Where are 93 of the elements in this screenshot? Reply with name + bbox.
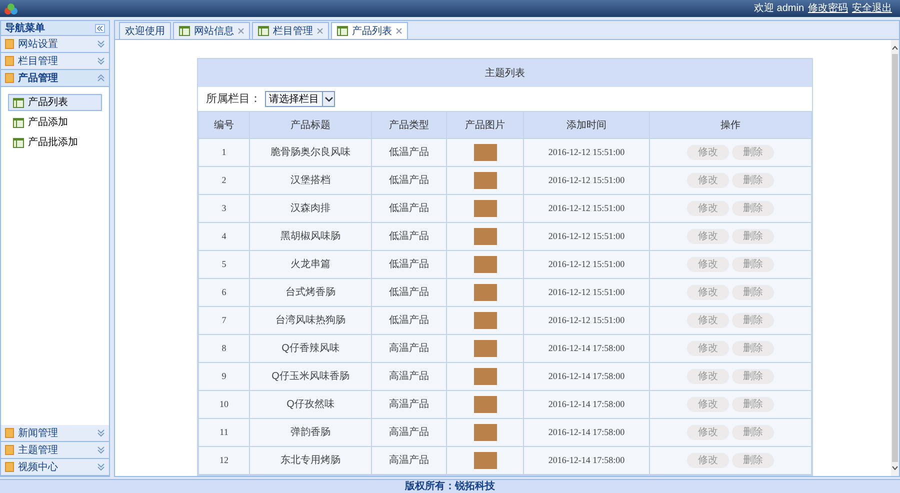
double-chevron-down-icon[interactable]: [97, 463, 105, 471]
column-header: 产品标题: [250, 112, 372, 138]
page-icon: [179, 26, 190, 36]
section-label: 产品管理: [18, 72, 59, 86]
photo-placeholder: [474, 228, 496, 245]
filter-label: 所属栏目：: [206, 92, 261, 107]
action-button[interactable]: 删除: [732, 397, 774, 412]
action-button[interactable]: 删除: [732, 425, 774, 440]
page-icon: [337, 26, 348, 36]
accordion-header[interactable]: 产品管理: [1, 70, 109, 87]
collapse-icon[interactable]: [95, 24, 105, 32]
table-cell: 高温产品: [372, 446, 446, 474]
photo-placeholder: [474, 256, 496, 273]
tab[interactable]: 产品列表: [331, 22, 408, 39]
scrollbar[interactable]: [891, 40, 899, 476]
action-button[interactable]: 删除: [732, 201, 774, 216]
table-cell: 12: [198, 446, 250, 474]
section-label: 栏目管理: [18, 54, 59, 68]
action-button[interactable]: 修改: [687, 257, 729, 272]
table-cell: 东北专用烤肠: [250, 446, 372, 474]
action-button[interactable]: 修改: [687, 173, 729, 188]
scroll-up-icon[interactable]: [892, 46, 898, 50]
section-label: 视频中心: [18, 460, 59, 474]
action-button[interactable]: 删除: [732, 285, 774, 300]
double-chevron-down-icon[interactable]: [97, 57, 105, 65]
accordion-header[interactable]: 栏目管理: [1, 53, 109, 70]
close-icon[interactable]: [317, 28, 323, 34]
action-button[interactable]: 修改: [687, 453, 729, 468]
tab[interactable]: 栏目管理: [252, 22, 329, 39]
column-header: 添加时间: [524, 112, 650, 138]
close-icon[interactable]: [396, 28, 402, 34]
copyright-text: 版权所有：锐拓科技: [405, 482, 495, 492]
header-link[interactable]: 修改密码: [808, 1, 848, 16]
double-chevron-down-icon[interactable]: [97, 40, 105, 48]
welcome-text: 欢迎 admin: [754, 2, 804, 16]
action-button[interactable]: 删除: [732, 313, 774, 328]
action-button[interactable]: 修改: [687, 341, 729, 356]
action-button[interactable]: 删除: [732, 369, 774, 384]
page-icon: [13, 138, 24, 148]
action-button[interactable]: 修改: [687, 425, 729, 440]
scrollbar-thumb[interactable]: [892, 54, 898, 462]
action-button[interactable]: 删除: [732, 453, 774, 468]
action-button[interactable]: 修改: [687, 285, 729, 300]
sidebar-title: 导航菜单: [5, 21, 46, 36]
accordion-header[interactable]: 主题管理: [1, 442, 109, 459]
action-button[interactable]: 删除: [732, 341, 774, 356]
section-label: 网站设置: [18, 38, 59, 52]
table-cell: 2016-12-14 17:58:00: [524, 446, 650, 474]
photo-placeholder: [474, 144, 496, 161]
tab[interactable]: 网站信息: [173, 22, 250, 39]
close-icon[interactable]: [238, 28, 244, 34]
page-icon: [258, 26, 269, 36]
page-icon: [13, 98, 24, 108]
photo-placeholder: [474, 368, 496, 385]
accordion-header[interactable]: 新闻管理: [1, 425, 109, 442]
photo-placeholder: [474, 396, 496, 413]
menu-item[interactable]: 产品列表: [8, 94, 102, 111]
action-button[interactable]: 修改: [687, 369, 729, 384]
action-button[interactable]: 修改: [687, 313, 729, 328]
dropdown-caret-icon: [324, 96, 332, 102]
header-link[interactable]: 安全退出: [852, 1, 892, 16]
photo-placeholder: [474, 424, 496, 441]
photo-placeholder: [474, 340, 496, 357]
scroll-down-icon[interactable]: [892, 466, 898, 470]
photo-placeholder: [474, 200, 496, 217]
double-chevron-down-icon[interactable]: [97, 429, 105, 437]
photo-placeholder: [474, 172, 496, 189]
accordion-header[interactable]: 网站设置: [1, 36, 109, 53]
photo-placeholder: [474, 452, 496, 469]
action-button[interactable]: 删除: [732, 257, 774, 272]
photo-placeholder: [474, 312, 496, 329]
action-button[interactable]: 修改: [687, 397, 729, 412]
logo-icon: [4, 2, 18, 14]
photo-placeholder: [474, 284, 496, 301]
action-button[interactable]: 删除: [732, 145, 774, 160]
double-chevron-down-icon[interactable]: [97, 446, 105, 454]
page-icon: [13, 118, 24, 128]
column-header: 编号: [198, 112, 250, 138]
section-label: 新闻管理: [18, 426, 59, 440]
column-header: 操作: [650, 112, 812, 138]
action-button[interactable]: 删除: [732, 229, 774, 244]
category-select[interactable]: 请选择栏目: [265, 91, 335, 107]
action-button[interactable]: 删除: [732, 173, 774, 188]
double-chevron-up-icon[interactable]: [97, 74, 105, 82]
action-button[interactable]: 修改: [687, 201, 729, 216]
accordion-header[interactable]: 视频中心: [1, 459, 109, 476]
action-button[interactable]: 修改: [687, 229, 729, 244]
panel-title: 主题列表: [198, 59, 812, 87]
menu-item[interactable]: 产品批添加: [8, 134, 102, 151]
section-label: 主题管理: [18, 444, 59, 458]
action-button[interactable]: 修改: [687, 145, 729, 160]
tab[interactable]: 欢迎使用: [119, 22, 171, 39]
menu-item[interactable]: 产品添加: [8, 114, 102, 131]
